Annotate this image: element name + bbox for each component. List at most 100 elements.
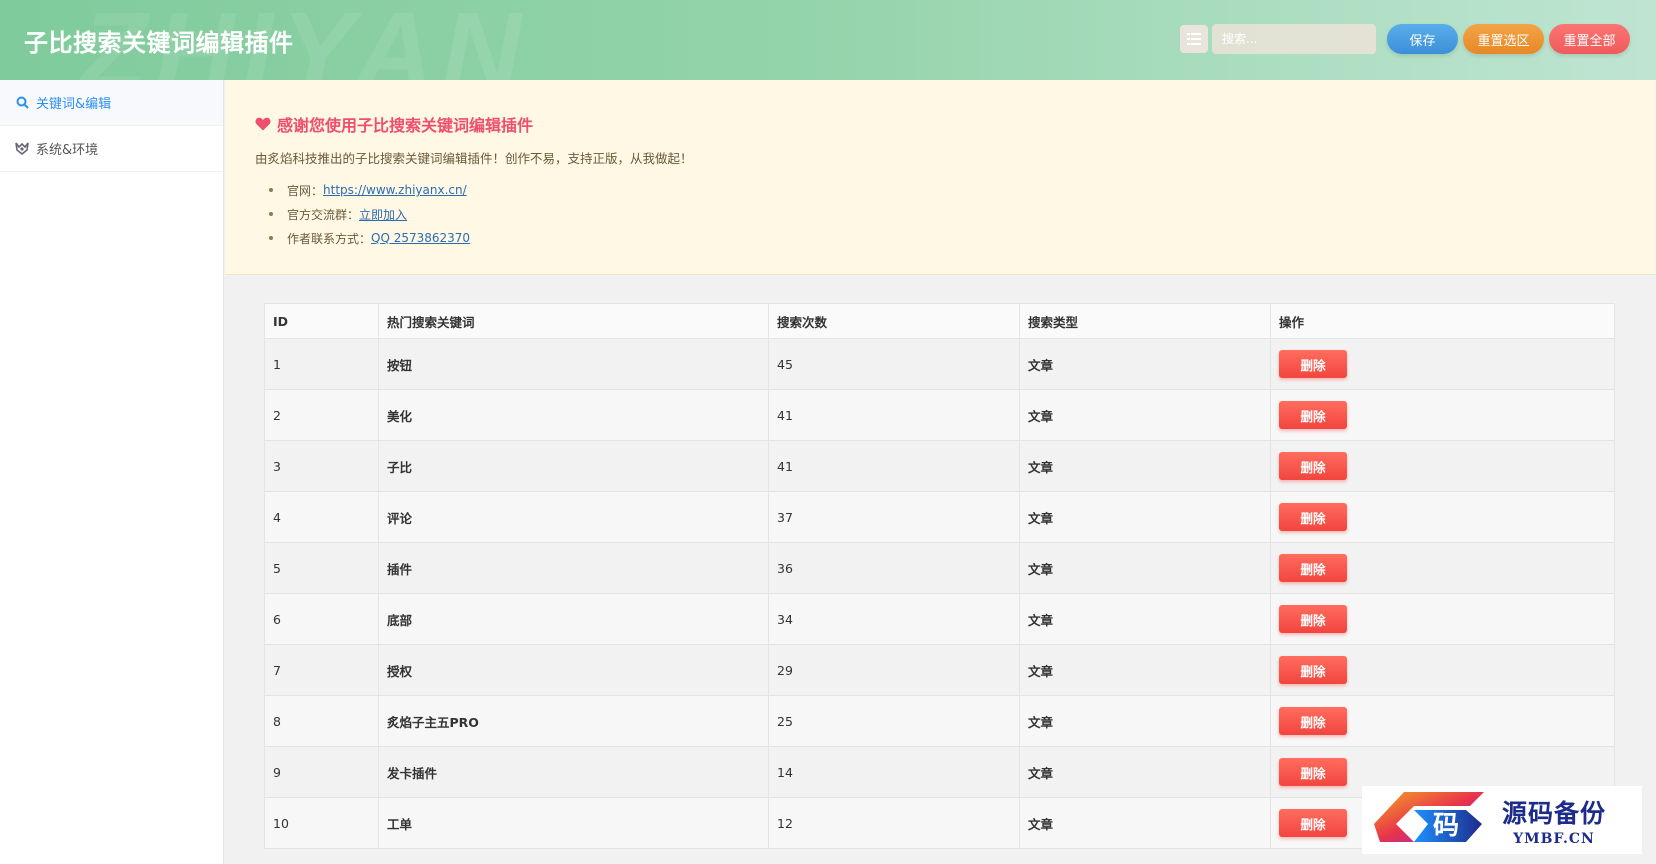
cell-id: 10 [264, 797, 379, 849]
cell-count: 14 [768, 746, 1020, 798]
cell-type: 文章 [1019, 338, 1271, 390]
cell-action: 删除 [1270, 695, 1615, 747]
delete-button[interactable]: 删除 [1279, 809, 1347, 837]
table-body: 1 按钮 45 文章 删除 2 美化 41 文章 删除 3 子比 41 文章 删除 4 评论 37 文章 删除 5 插件 3… [264, 338, 1615, 849]
search-input[interactable] [1212, 24, 1376, 54]
author-contact-link[interactable]: QQ 2573862370 [371, 231, 470, 245]
sidebar-item-label: 关键词&编辑 [36, 97, 112, 112]
table-row: 1 按钮 45 文章 删除 [264, 338, 1615, 390]
link-label: 作者联系方式： [287, 231, 372, 246]
search-icon [14, 95, 30, 111]
logo-glyph: 码 [1433, 811, 1459, 841]
cell-keyword: 子比 [378, 440, 769, 492]
cell-type: 文章 [1019, 644, 1271, 696]
link-label: 官方交流群： [287, 207, 360, 222]
notice-description: 由炙焰科技推出的子比搜索关键词编辑插件！创作不易，支持正版，从我做起！ [255, 151, 693, 166]
heart-icon [255, 117, 271, 131]
bullet-icon [269, 212, 273, 216]
cell-count: 45 [768, 338, 1020, 390]
delete-button[interactable]: 删除 [1279, 554, 1347, 582]
delete-button[interactable]: 删除 [1279, 350, 1347, 378]
cell-keyword: 授权 [378, 644, 769, 696]
bullet-icon [269, 188, 273, 192]
delete-button[interactable]: 删除 [1279, 656, 1347, 684]
bullet-icon [269, 236, 273, 240]
page-title: 子比搜索关键词编辑插件 [24, 28, 294, 57]
sidebar: 关键词&编辑 系统&环境 [0, 80, 224, 864]
table-row: 6 底部 34 文章 删除 [264, 593, 1615, 645]
cell-keyword: 按钮 [378, 338, 769, 390]
keyword-table-container: ID 热门搜索关键词 搜索次数 搜索类型 操作 1 按钮 45 文章 删除 2 美化 41 文章… [264, 303, 1615, 849]
keyword-table: ID 热门搜索关键词 搜索次数 搜索类型 操作 1 按钮 45 文章 删除 2 美化 41 文章… [264, 303, 1615, 849]
list-item: 官网： https://www.zhiyanx.cn/ [255, 178, 470, 202]
cell-action: 删除 [1270, 338, 1615, 390]
reset-selection-button[interactable]: 重置选区 [1463, 24, 1544, 54]
cell-keyword: 美化 [378, 389, 769, 441]
cell-action: 删除 [1270, 542, 1615, 594]
cell-type: 文章 [1019, 389, 1271, 441]
table-header-row: ID 热门搜索关键词 搜索次数 搜索类型 操作 [264, 303, 1615, 339]
cell-count: 12 [768, 797, 1020, 849]
logo-mark: 码 [1374, 792, 1484, 842]
cell-id: 2 [264, 389, 379, 441]
header-toolbar: 保存 重置选区 重置全部 [1180, 24, 1630, 54]
cell-id: 1 [264, 338, 379, 390]
cell-action: 删除 [1270, 389, 1615, 441]
cell-action: 删除 [1270, 644, 1615, 696]
table-row: 5 插件 36 文章 删除 [264, 542, 1615, 594]
column-header-type: 搜索类型 [1019, 303, 1271, 339]
cell-count: 34 [768, 593, 1020, 645]
website-link[interactable]: https://www.zhiyanx.cn/ [323, 183, 467, 197]
cell-type: 文章 [1019, 542, 1271, 594]
delete-button[interactable]: 删除 [1279, 503, 1347, 531]
settings-icon [14, 141, 30, 157]
cell-count: 25 [768, 695, 1020, 747]
cell-action: 删除 [1270, 491, 1615, 543]
list-icon [1187, 33, 1201, 45]
reset-all-button[interactable]: 重置全部 [1549, 24, 1630, 54]
column-header-action: 操作 [1270, 303, 1615, 339]
cell-id: 3 [264, 440, 379, 492]
cell-type: 文章 [1019, 797, 1271, 849]
delete-button[interactable]: 删除 [1279, 401, 1347, 429]
table-row: 8 炙焰子主五PRO 25 文章 删除 [264, 695, 1615, 747]
table-row: 7 授权 29 文章 删除 [264, 644, 1615, 696]
save-button[interactable]: 保存 [1387, 24, 1458, 54]
delete-button[interactable]: 删除 [1279, 452, 1347, 480]
sidebar-item-label: 系统&环境 [36, 143, 99, 158]
cell-id: 7 [264, 644, 379, 696]
cell-keyword: 插件 [378, 542, 769, 594]
link-label: 官网： [287, 183, 324, 198]
column-header-id: ID [264, 303, 379, 339]
cell-id: 5 [264, 542, 379, 594]
cell-keyword: 炙焰子主五PRO [378, 695, 769, 747]
delete-button[interactable]: 删除 [1279, 605, 1347, 633]
cell-type: 文章 [1019, 440, 1271, 492]
list-toggle-button[interactable] [1180, 25, 1208, 53]
table-row: 2 美化 41 文章 删除 [264, 389, 1615, 441]
column-header-keyword: 热门搜索关键词 [378, 303, 769, 339]
list-item: 作者联系方式： QQ 2573862370 [255, 226, 470, 250]
cell-action: 删除 [1270, 440, 1615, 492]
cell-keyword: 工单 [378, 797, 769, 849]
delete-button[interactable]: 删除 [1279, 758, 1347, 786]
cell-keyword: 评论 [378, 491, 769, 543]
cell-id: 6 [264, 593, 379, 645]
watermark-logo: 码 源码备份 YMBF.CN [1362, 786, 1642, 854]
header-bar: ZHIYAN 子比搜索关键词编辑插件 保存 重置选区 重置全部 [0, 0, 1656, 80]
cell-id: 9 [264, 746, 379, 798]
cell-count: 41 [768, 440, 1020, 492]
cell-keyword: 发卡插件 [378, 746, 769, 798]
notice-title-text: 感谢您使用子比搜索关键词编辑插件 [277, 116, 534, 135]
join-group-link[interactable]: 立即加入 [359, 206, 407, 223]
cell-id: 8 [264, 695, 379, 747]
delete-button[interactable]: 删除 [1279, 707, 1347, 735]
table-row: 4 评论 37 文章 删除 [264, 491, 1615, 543]
sidebar-item-keywords[interactable]: 关键词&编辑 [0, 80, 223, 126]
cell-id: 4 [264, 491, 379, 543]
cell-type: 文章 [1019, 695, 1271, 747]
sidebar-item-system[interactable]: 系统&环境 [0, 126, 223, 172]
logo-en-text: YMBF.CN [1513, 830, 1595, 847]
logo-cn-text: 源码备份 [1502, 798, 1607, 828]
cell-count: 29 [768, 644, 1020, 696]
